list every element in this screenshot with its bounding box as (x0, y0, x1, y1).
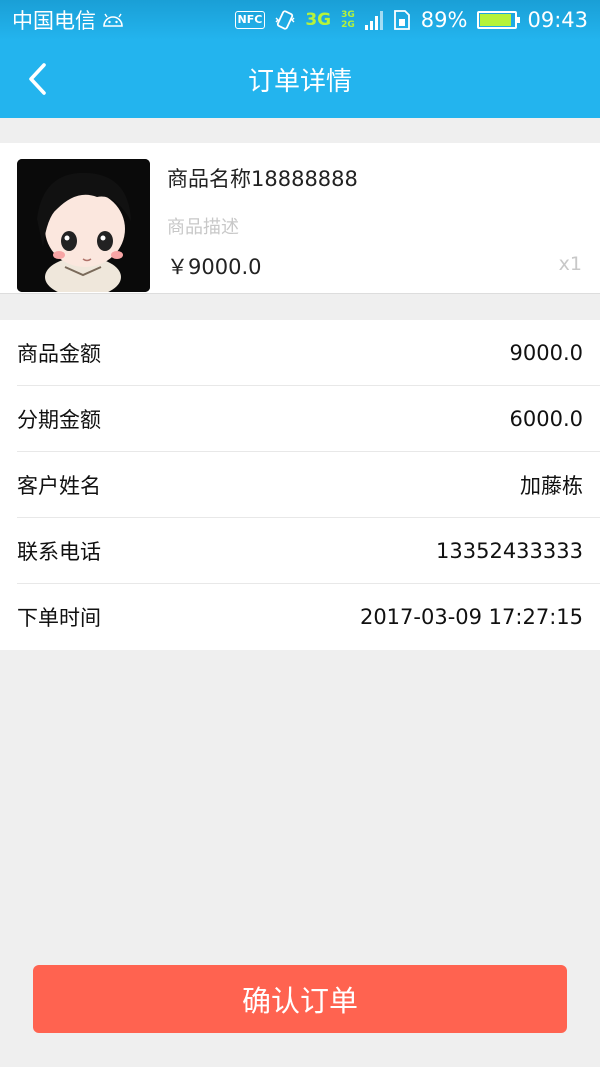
detail-value: 6000.0 (509, 406, 583, 431)
status-bar: 中国电信 NFC 3G 3G 2G 89% 09:43 (0, 0, 600, 40)
detail-value: 2017-03-09 17:27:15 (359, 605, 583, 629)
battery-fill (480, 14, 511, 26)
clock: 09:43 (527, 8, 588, 32)
detail-value: 加藤栋 (520, 473, 583, 498)
detail-label: 下单时间 (17, 606, 101, 630)
detail-row-phone: 联系电话 13352433333 (17, 518, 600, 584)
detail-label: 联系电话 (17, 539, 101, 564)
status-icons: NFC 3G 3G 2G 89% 09:43 (234, 8, 588, 32)
page-title: 订单详情 (247, 66, 352, 97)
network-type: 3G (305, 10, 332, 30)
carrier-group: 中国电信 (12, 5, 124, 35)
network-secondary: 3G 2G (341, 10, 355, 30)
product-image (17, 159, 150, 292)
product-name: 商品名称18888888 (167, 167, 358, 191)
product-description: 商品描述 (167, 217, 239, 238)
android-icon (102, 13, 124, 27)
order-details: 商品金额 9000.0 分期金额 6000.0 客户姓名 加藤栋 联系电话 13… (0, 320, 600, 650)
network-secondary-bottom: 2G (341, 20, 355, 30)
confirm-order-button[interactable]: 确认订单 (33, 965, 567, 1033)
battery-icon (477, 11, 521, 29)
nfc-icon: NFC (234, 11, 266, 29)
nav-bar: 订单详情 (0, 40, 600, 118)
carrier-name: 中国电信 (12, 9, 96, 33)
detail-label: 客户姓名 (17, 473, 101, 498)
vibrate-icon (275, 9, 295, 31)
sim-card-icon (393, 10, 411, 30)
product-price: ￥9000.0 (167, 255, 262, 279)
detail-row-installment-amount: 分期金额 6000.0 (17, 386, 600, 452)
signal-icon (364, 10, 383, 30)
detail-value: 13352433333 (436, 538, 583, 563)
detail-label: 分期金额 (17, 407, 101, 432)
detail-row-goods-amount: 商品金额 9000.0 (17, 320, 600, 386)
battery-percent: 89% (420, 8, 468, 32)
avatar-cartoon-girl-icon (17, 159, 150, 292)
detail-value: 9000.0 (509, 340, 583, 365)
chevron-left-icon (29, 63, 46, 95)
product-card[interactable]: 商品名称18888888 商品描述 ￥9000.0 x1 (0, 143, 600, 294)
product-quantity: x1 (558, 253, 582, 275)
network-secondary-top: 3G (341, 10, 355, 20)
detail-row-order-time: 下单时间 2017-03-09 17:27:15 (17, 584, 600, 650)
detail-row-customer-name: 客户姓名 加藤栋 (17, 452, 600, 518)
detail-label: 商品金额 (17, 341, 101, 366)
back-button[interactable] (14, 56, 60, 102)
